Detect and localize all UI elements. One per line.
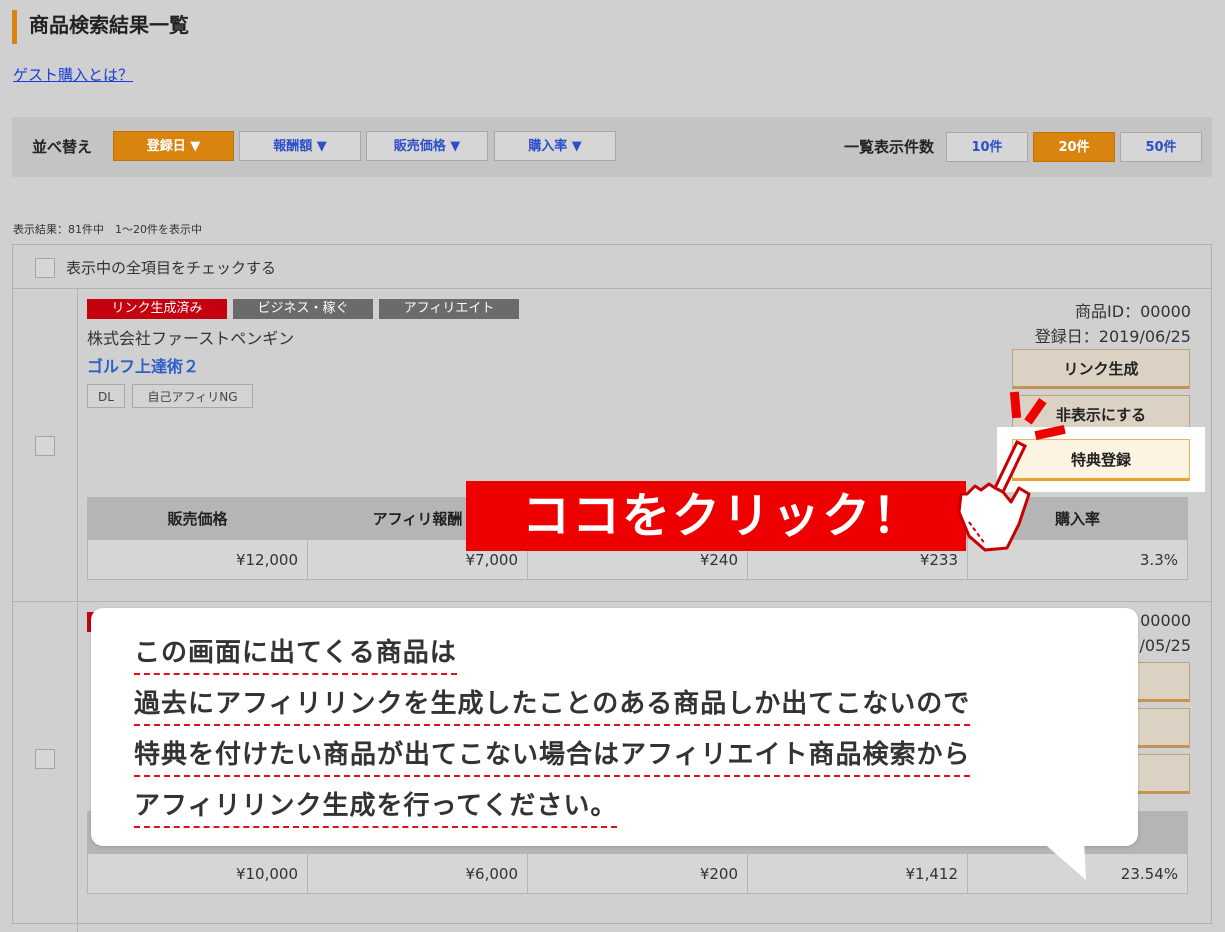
check-all-checkbox[interactable] <box>35 258 55 278</box>
check-all-label: 表示中の全項目をチェックする <box>66 259 277 277</box>
sort-by-date-button[interactable]: 登録日 ▼ <box>113 131 234 161</box>
sort-label: 並べ替え <box>32 138 93 156</box>
per-page-50-button[interactable]: 50件 <box>1120 132 1202 162</box>
create-link-button[interactable]: リンク生成 <box>1012 349 1190 389</box>
per-page-label: 一覧表示件数 <box>844 138 935 156</box>
per-page-20-button[interactable]: 20件 <box>1033 132 1115 162</box>
item-checkbox[interactable] <box>35 436 55 456</box>
page-title: 商品検索結果一覧 <box>12 10 189 44</box>
callout-tail <box>1040 840 1086 880</box>
product-name-link[interactable]: ゴルフ上達術２ <box>87 353 199 377</box>
company-name: 株式会社ファーストペンギン <box>87 329 295 348</box>
value-cell: ¥1,412 <box>747 853 968 894</box>
value-cell: ¥200 <box>527 853 748 894</box>
callout-line: アフィリリンク生成を行ってください。 <box>134 785 618 828</box>
check-all-row: 表示中の全項目をチェックする <box>13 245 1211 289</box>
sort-toolbar: 並べ替え 登録日 ▼ 報酬額 ▼ 販売価格 ▼ 購入率 ▼ 一覧表示件数 10件… <box>12 117 1212 177</box>
category-badge: ビジネス・稼ぐ <box>233 299 373 319</box>
registered-date: /05/25 <box>1139 636 1192 655</box>
click-here-banner: ココをクリック！ <box>466 481 966 551</box>
result-summary: 表示結果：81件中 1〜20件を表示中 <box>13 223 202 236</box>
pointing-hand-icon <box>957 439 1031 552</box>
sort-by-price-button[interactable]: 販売価格 ▼ <box>366 131 488 161</box>
sort-by-reward-button[interactable]: 報酬額 ▼ <box>239 131 361 161</box>
reward-cell: ¥6,000 <box>307 853 528 894</box>
product-chip: 自己アフィリNG <box>132 384 253 408</box>
price-cell: ¥12,000 <box>87 539 308 580</box>
col-price: 販売価格 <box>87 497 308 540</box>
callout-line: この画面に出てくる商品は <box>134 632 457 675</box>
price-cell: ¥10,000 <box>87 853 308 894</box>
guest-purchase-link[interactable]: ゲスト購入とは？ <box>13 64 133 85</box>
per-page-10-button[interactable]: 10件 <box>946 132 1028 162</box>
callout-line: 過去にアフィリリンクを生成したことのある商品しか出てこないので <box>134 683 971 726</box>
status-badge: リンク生成済み <box>87 299 227 319</box>
item-checkbox[interactable] <box>35 749 55 769</box>
product-chip: DL <box>87 384 125 408</box>
callout-line: 特典を付けたい商品が出てこない場合はアフィリエイト商品検索から <box>134 734 971 777</box>
category-badge: アフィリエイト <box>379 299 519 319</box>
registered-date: 登録日：2019/06/25 <box>1034 327 1191 346</box>
product-id: 商品ID：00000 <box>1075 302 1191 321</box>
sort-by-rate-button[interactable]: 購入率 ▼ <box>494 131 616 161</box>
product-id: 00000 <box>1140 611 1191 630</box>
info-callout: この画面に出てくる商品は 過去にアフィリリンクを生成したことのある商品しか出てこ… <box>91 608 1138 846</box>
